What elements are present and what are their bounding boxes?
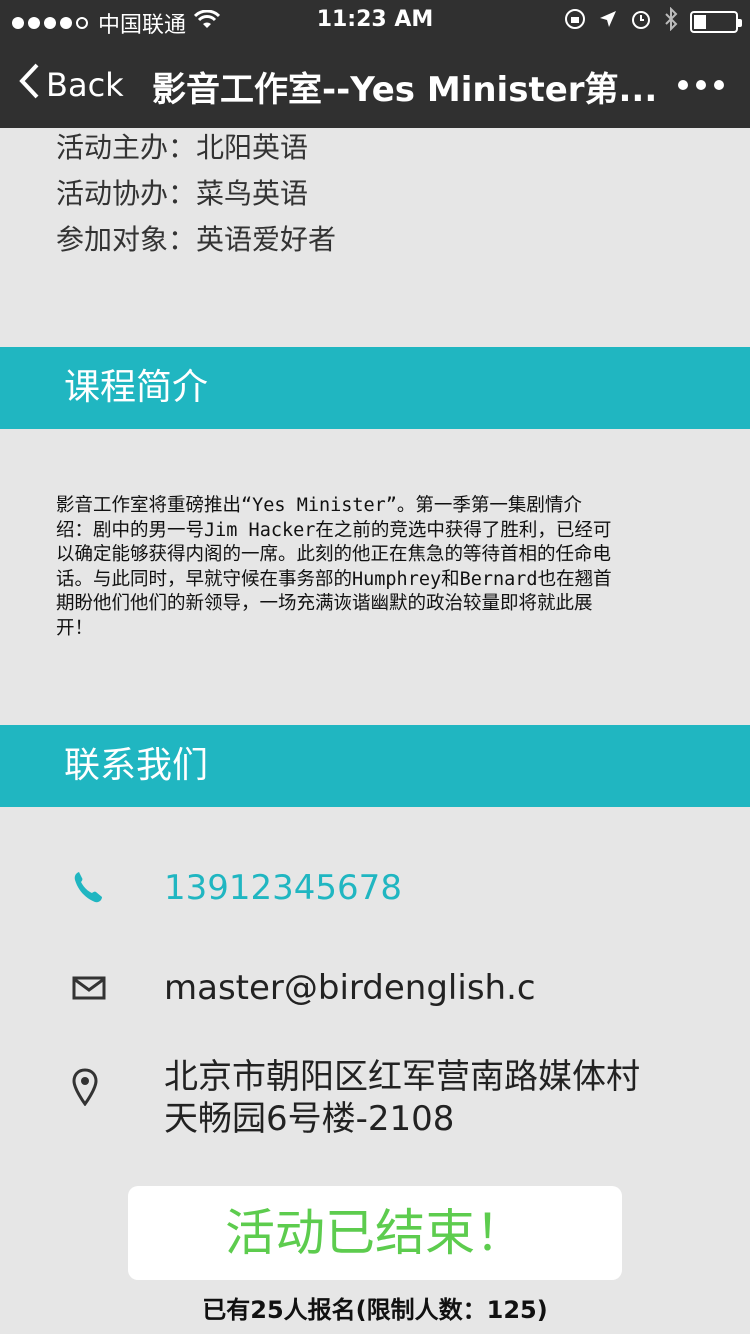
status-bar: 中国联通 11:23 AM <box>0 0 750 40</box>
address-text: 北京市朝阳区红军营南路媒体村 天畅园6号楼-2108 <box>164 1057 640 1139</box>
audience-line: 参加对象：英语爱好者 <box>56 223 337 256</box>
alarm-icon <box>630 8 652 36</box>
mail-icon <box>72 976 106 1004</box>
chevron-left-icon <box>18 62 40 108</box>
email-address[interactable]: master@birdenglish.c <box>164 968 536 1008</box>
page: 中国联通 11:23 AM Back 影音工作室--Yes Minister第.… <box>0 0 750 1334</box>
page-title: 影音工作室--Yes Minister第... <box>152 70 658 110</box>
bluetooth-icon <box>664 6 678 37</box>
back-button[interactable]: Back <box>18 62 124 108</box>
event-ended-button[interactable]: 活动已结束！ <box>128 1186 622 1280</box>
organizer-line: 活动主办：北阳英语 <box>56 131 309 164</box>
more-menu-button[interactable] <box>678 80 724 90</box>
signup-count: 已有25人报名(限制人数：125) <box>202 1296 548 1324</box>
map-pin-icon <box>72 1068 98 1110</box>
location-icon <box>598 9 618 35</box>
phone-number-link[interactable]: 13912345678 <box>164 868 402 908</box>
top-bar: 中国联通 11:23 AM Back 影音工作室--Yes Minister第.… <box>0 0 750 128</box>
rotation-lock-icon <box>564 8 586 36</box>
course-intro-header: 课程简介 <box>0 347 750 429</box>
back-label: Back <box>46 66 124 104</box>
co-organizer-line: 活动协办：菜鸟英语 <box>56 177 309 210</box>
battery-icon <box>690 11 742 33</box>
navigation-bar: Back 影音工作室--Yes Minister第... <box>0 40 750 128</box>
event-info: 活动主办：北阳英语 活动协办：菜鸟英语 参加对象：英语爱好者 <box>56 128 336 266</box>
contact-header: 联系我们 <box>0 725 750 807</box>
course-intro-text: 影音工作室将重磅推出“Yes Minister”。第一季第一集剧情介 绍：剧中的… <box>56 495 612 639</box>
phone-icon <box>72 870 104 908</box>
